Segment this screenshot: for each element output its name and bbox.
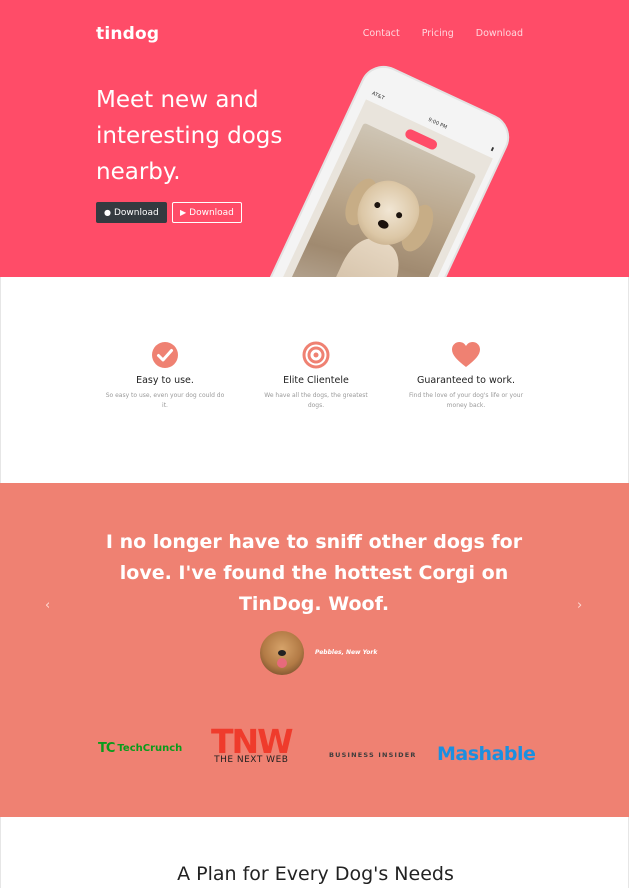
testimonial-author: Pebbles, New York <box>315 649 378 656</box>
feature-guaranteed: Guaranteed to work. Find the love of you… <box>406 341 526 411</box>
press-logos: TC TechCrunch TNW THE NEXT WEB BUSINESS … <box>0 723 629 773</box>
download-google-button[interactable]: ▶ Download <box>172 202 242 223</box>
carousel-next-icon[interactable]: › <box>577 598 582 613</box>
title-section: tindog Contact Pricing Download Meet new… <box>0 0 629 277</box>
techcrunch-mark: TC <box>98 741 115 756</box>
battery-icon: ▮ <box>489 146 495 153</box>
dog-eye-right <box>395 211 404 220</box>
dog-eye-left <box>373 201 382 210</box>
feature-title: Guaranteed to work. <box>417 375 515 386</box>
nav-contact[interactable]: Contact <box>363 28 400 39</box>
features-section: Easy to use. So easy to use, even your d… <box>0 277 629 483</box>
pricing-section: A Plan for Every Dog's Needs <box>0 817 629 888</box>
testimonials-section: ‹ I no longer have to sniff other dogs f… <box>0 483 629 817</box>
carousel-prev-icon[interactable]: ‹ <box>45 598 50 613</box>
feature-title: Easy to use. <box>136 375 194 386</box>
avatar-dog-nose <box>278 650 286 656</box>
feature-easy: Easy to use. So easy to use, even your d… <box>105 341 225 411</box>
feature-text: We have all the dogs, the greatest dogs. <box>264 392 368 409</box>
dog-nose <box>376 218 390 231</box>
hero-headline: Meet new and interesting dogs nearby. <box>96 87 283 185</box>
nav-download[interactable]: Download <box>476 28 523 39</box>
business-insider-logo: BUSINESS INSIDER <box>329 751 417 759</box>
feature-text: Find the love of your dog's life or your… <box>408 392 524 409</box>
feature-elite: Elite Clientele We have all the dogs, th… <box>256 341 376 411</box>
nav-pricing[interactable]: Pricing <box>422 28 454 39</box>
pricing-title: A Plan for Every Dog's Needs <box>177 863 454 885</box>
testimonial-quote: I no longer have to sniff other dogs for… <box>105 531 523 615</box>
techcrunch-logo: TC TechCrunch <box>98 741 182 756</box>
top-nav: Contact Pricing Download <box>363 28 523 39</box>
avatar-dog-tongue <box>277 658 287 668</box>
download-apple-button[interactable]: ● Download <box>96 202 167 223</box>
check-circle-icon <box>152 342 178 368</box>
testimonial-avatar <box>260 631 304 675</box>
tnw-mark: TNW <box>211 722 294 761</box>
brand-logo[interactable]: tindog <box>96 24 159 44</box>
tnw-text: THE NEXT WEB <box>214 755 289 765</box>
heart-icon <box>452 342 480 367</box>
feature-text: So easy to use, even your dog could do i… <box>105 392 225 409</box>
feature-title: Elite Clientele <box>283 375 349 386</box>
download-apple-label: Download <box>113 207 159 218</box>
apple-icon: ● <box>104 208 111 217</box>
download-google-label: Download <box>189 207 234 218</box>
mashable-logo: Mashable <box>437 743 536 765</box>
bullseye-icon <box>302 341 330 369</box>
tnw-logo: TNW THE NEXT WEB <box>211 722 294 766</box>
phone-carrier: AT&T <box>370 90 386 102</box>
google-play-icon: ▶ <box>180 208 187 217</box>
techcrunch-text: TechCrunch <box>117 743 183 754</box>
